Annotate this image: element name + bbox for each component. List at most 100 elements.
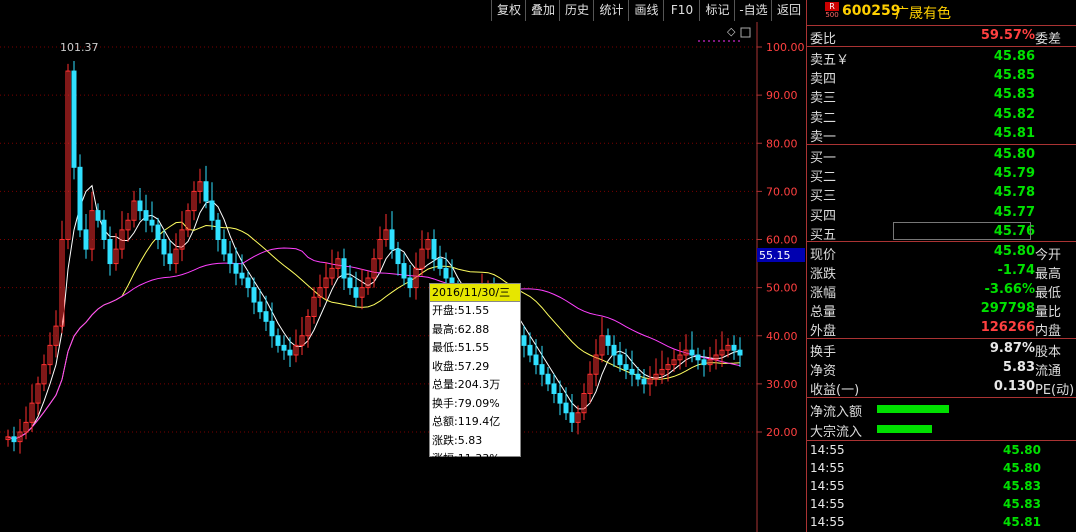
tick-row: 14:55 45.83 xyxy=(810,497,1041,511)
ma5-line xyxy=(7,184,741,440)
ask-row: 卖二 45.82 xyxy=(810,106,1035,126)
candle-body xyxy=(239,272,245,279)
flow-bar xyxy=(877,405,949,413)
candle-body xyxy=(215,219,221,240)
candle-body xyxy=(257,301,263,313)
y-tick-label: 50.00 xyxy=(766,282,798,295)
candle-body xyxy=(227,253,233,265)
candle-body xyxy=(521,335,527,346)
flow-bar xyxy=(877,425,933,433)
candle-body xyxy=(629,368,635,375)
candle-body xyxy=(281,344,287,351)
candle-body xyxy=(341,258,347,279)
bid-row: 买二 45.79 xyxy=(810,166,1035,186)
candle-body xyxy=(77,166,83,231)
candle-body xyxy=(245,277,251,289)
tooltip-change-pct: 涨幅:11.33% xyxy=(432,452,500,465)
candle-tooltip: 2016/11/30/三 开盘:51.55 最高:62.88 最低:51.55 … xyxy=(429,283,521,465)
ask-row: 卖四 45.85 xyxy=(810,68,1035,88)
stat2-row: 收益(一) 0.130 PE(动) xyxy=(810,379,1075,398)
tooltip-high: 最高:62.88 xyxy=(432,322,490,336)
tooltip-change: 涨跌:5.83 xyxy=(432,433,483,447)
candle-body xyxy=(641,378,647,385)
draw-line-button[interactable]: 画线 xyxy=(628,0,664,21)
maximize-icon xyxy=(740,27,751,38)
ask-row: 卖一 45.81 xyxy=(810,125,1035,145)
candle-body xyxy=(401,263,407,279)
stock-code: 600259 xyxy=(842,3,901,19)
candle-body xyxy=(167,253,173,265)
stats-button[interactable]: 统计 xyxy=(593,0,629,21)
candle-body xyxy=(617,354,623,366)
flow-row: 大宗流入 xyxy=(807,420,1076,440)
tooltip-turnover: 换手:79.09% xyxy=(432,396,500,410)
candle-body xyxy=(527,344,533,356)
candle-body xyxy=(143,210,149,221)
candle-body xyxy=(275,335,281,346)
add-watchlist-button[interactable]: -自选 xyxy=(734,0,772,21)
kline-chart[interactable]: 100.00 90.00 80.00 70.00 60.00 50.00 40.00 30.0… xyxy=(0,22,806,532)
diamond-icon: ◇ xyxy=(727,25,736,38)
candle-body xyxy=(569,412,575,423)
current-price-tag-label: 55.15 xyxy=(759,249,791,262)
candle-body xyxy=(563,402,569,414)
candle-body xyxy=(233,263,239,274)
overlay-button[interactable]: 叠加 xyxy=(525,0,560,21)
tooltip-close: 收盘:57.29 xyxy=(432,359,490,373)
stat-row: 现价 45.80 今开 xyxy=(810,244,1062,263)
y-tick-label: 60.00 xyxy=(766,234,798,247)
candle-body xyxy=(137,200,143,212)
bid-row: 买三 45.78 xyxy=(810,185,1035,205)
candle-body xyxy=(83,229,89,250)
candle-body xyxy=(221,239,227,255)
candle-body xyxy=(263,311,269,322)
tooltip-volume: 总量:204.3万 xyxy=(432,378,501,391)
candle-body xyxy=(11,436,17,443)
tooltip-date: 2016/11/30/三 xyxy=(430,284,520,302)
bid-row: 买一 45.80 xyxy=(810,147,1035,166)
tooltip-open: 开盘:51.55 xyxy=(432,304,490,317)
moving-average-lines xyxy=(7,184,741,440)
candle-body xyxy=(701,359,707,366)
back-button[interactable]: 返回 xyxy=(771,0,807,21)
candle-body xyxy=(635,373,641,380)
candle-body xyxy=(389,229,395,250)
candle-body xyxy=(203,181,209,202)
candle-body xyxy=(431,239,437,260)
flow-row: 净流入额 xyxy=(807,400,1076,420)
candles xyxy=(5,60,743,454)
candle-body xyxy=(545,373,551,385)
candle-body xyxy=(557,393,563,404)
candle-body xyxy=(551,383,557,394)
ask-row: 卖三 45.83 xyxy=(810,87,1035,107)
price-axis: 100.00 90.00 80.00 70.00 60.00 50.00 40.00 30.0… xyxy=(757,41,805,439)
candle-body xyxy=(437,258,443,269)
stock-badge: R 500 xyxy=(825,2,839,20)
fuquan-button[interactable]: 复权 xyxy=(491,0,526,21)
ask-row: 卖五￥ 45.86 xyxy=(810,49,1035,68)
f10-button[interactable]: F10 xyxy=(663,0,700,21)
candle-body xyxy=(689,349,695,356)
high-price-marker: 101.37 xyxy=(60,41,99,54)
candle-body xyxy=(161,239,167,255)
y-tick-label: 100.00 xyxy=(766,41,805,54)
history-button[interactable]: 历史 xyxy=(559,0,594,21)
candle-body xyxy=(443,267,449,279)
candle-body xyxy=(533,354,539,366)
candle-body xyxy=(209,200,215,221)
candle-body xyxy=(149,219,155,226)
weibi-value: 59.57% xyxy=(980,28,1035,43)
candle-body xyxy=(407,277,413,289)
candle-body xyxy=(269,320,275,337)
candle-body xyxy=(353,287,359,298)
tick-row: 14:55 45.81 xyxy=(810,515,1041,529)
mark-button[interactable]: 标记 xyxy=(699,0,735,21)
candle-body xyxy=(731,344,737,351)
candle-body xyxy=(623,364,629,370)
stat-row: 涨幅 -3.66% 最低 xyxy=(810,282,1062,301)
y-tick-label: 40.00 xyxy=(766,330,798,343)
candle-body xyxy=(251,287,257,303)
bid-row: 买四 45.77 xyxy=(810,204,1035,224)
candle-body xyxy=(395,248,401,265)
candle-body xyxy=(605,335,611,346)
